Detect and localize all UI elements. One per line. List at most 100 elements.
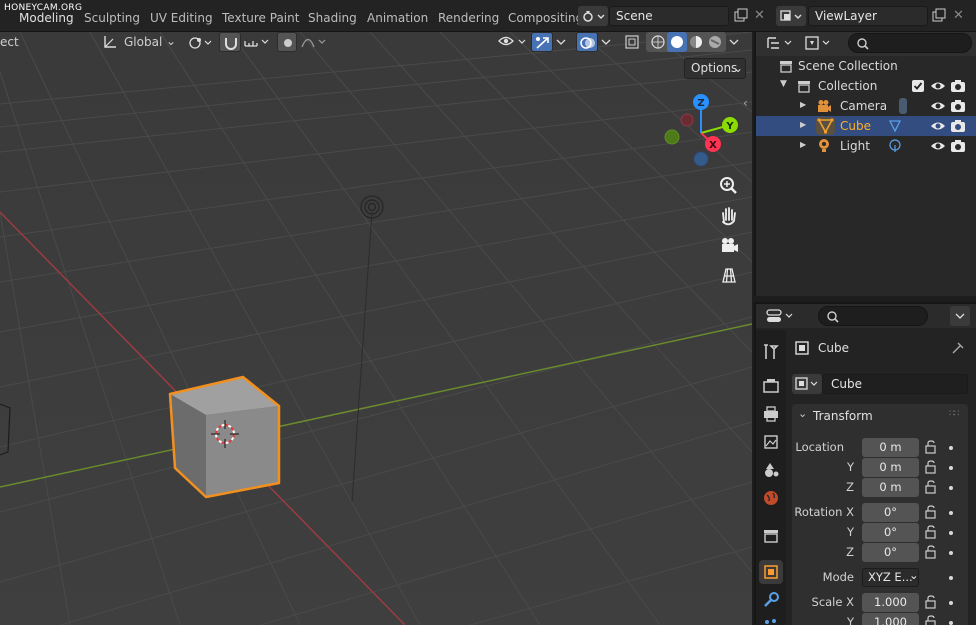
tab-rendering[interactable]: Rendering (438, 11, 499, 25)
view-layer-selector-button[interactable] (776, 6, 806, 26)
tab-uv-editing[interactable]: UV Editing (150, 11, 213, 25)
keyframe-dot[interactable] (949, 446, 953, 450)
xray-toggle-button[interactable] (622, 32, 642, 52)
location-x-field[interactable]: 0 m (862, 438, 919, 457)
render-camera-icon[interactable] (950, 138, 966, 154)
object-mode-label[interactable]: ect (0, 35, 19, 49)
tab-shading[interactable]: Shading (308, 11, 357, 25)
location-z-field[interactable]: 0 m (862, 478, 919, 497)
outliner-row-collection[interactable]: ▼ Collection (756, 76, 976, 96)
particles-tab[interactable] (759, 614, 783, 625)
snap-toggle-button[interactable] (219, 32, 241, 52)
eye-icon[interactable] (930, 98, 946, 114)
lock-icon[interactable] (925, 545, 939, 559)
editor-type-dropdown[interactable] (764, 306, 796, 326)
solid-shading-button[interactable] (667, 32, 687, 52)
keyframe-dot[interactable] (949, 576, 953, 580)
lock-icon[interactable] (925, 480, 939, 494)
lock-icon[interactable] (925, 440, 939, 454)
camera-view-icon[interactable] (715, 232, 743, 260)
lock-icon[interactable] (925, 595, 939, 609)
keyframe-dot[interactable] (949, 621, 953, 625)
gizmo-dropdown[interactable] (554, 32, 570, 52)
tab-compositing[interactable]: Compositing (508, 11, 583, 25)
eye-icon[interactable] (930, 118, 946, 134)
shading-dropdown[interactable] (727, 32, 743, 52)
properties-search-input[interactable] (818, 306, 928, 326)
keyframe-dot[interactable] (949, 551, 953, 555)
display-mode-dropdown[interactable] (764, 33, 796, 53)
drag-handle-icon[interactable]: ∷∷ (949, 409, 960, 419)
rotation-y-field[interactable]: 0° (862, 523, 919, 542)
scene-selector-button[interactable] (578, 6, 608, 26)
remove-view-layer-icon[interactable]: ✕ (953, 9, 967, 23)
pivot-point-button[interactable] (186, 33, 214, 53)
snap-target-dropdown[interactable] (242, 32, 272, 52)
outliner-row-cube[interactable]: ▶ Cube (756, 116, 976, 136)
filter-dropdown[interactable] (802, 33, 834, 53)
outliner-row-camera[interactable]: ▶ Camera (756, 96, 976, 116)
keyframe-dot[interactable] (949, 511, 953, 515)
object-visibility-dropdown[interactable] (496, 32, 530, 52)
collection-tab[interactable] (759, 524, 783, 548)
expand-arrow-icon[interactable]: ▶ (800, 140, 806, 149)
render-tab[interactable] (759, 374, 783, 398)
new-view-layer-icon[interactable] (931, 8, 947, 24)
outliner-search-input[interactable] (848, 33, 972, 53)
lock-icon[interactable] (925, 615, 939, 625)
expand-arrow-icon[interactable]: ▶ (800, 100, 806, 109)
object-name-field[interactable]: Cube (822, 374, 968, 394)
perspective-grid-icon[interactable] (715, 262, 743, 290)
world-tab[interactable] (759, 486, 783, 510)
rendered-shading-icon[interactable] (705, 32, 725, 52)
checkbox-icon[interactable] (911, 79, 925, 93)
keyframe-dot[interactable] (949, 486, 953, 490)
tab-modeling[interactable]: Modeling (19, 11, 74, 25)
rotation-z-field[interactable]: 0° (862, 543, 919, 562)
properties-options-dropdown[interactable] (950, 306, 970, 326)
object-browse-dropdown[interactable] (792, 374, 822, 394)
tool-tab[interactable] (759, 340, 783, 364)
proportional-editing-button[interactable] (277, 32, 297, 52)
3d-viewport[interactable]: Z Y X ect Global ⌄ Options ⌄ ‹ (0, 32, 752, 625)
show-overlays-button[interactable] (576, 32, 598, 52)
view-layer-name-field[interactable]: ViewLayer (808, 6, 928, 26)
transform-panel-header[interactable]: ⌄ Transform ∷∷ (792, 404, 968, 428)
options-dropdown[interactable]: Options ⌄ (684, 58, 746, 79)
tab-animation[interactable]: Animation (367, 11, 428, 25)
overlays-dropdown[interactable] (599, 32, 615, 52)
eye-icon[interactable] (930, 78, 946, 94)
falloff-dropdown[interactable] (299, 32, 329, 52)
lock-icon[interactable] (925, 460, 939, 474)
output-tab[interactable] (759, 402, 783, 426)
tab-sculpting[interactable]: Sculpting (84, 11, 140, 25)
transform-orientation-dropdown[interactable]: Global ⌄ (100, 32, 178, 52)
render-camera-icon[interactable] (950, 118, 966, 134)
expand-arrow-icon[interactable]: ▼ (780, 79, 787, 89)
rotation-mode-dropdown[interactable]: XYZ E... ⌄ (862, 568, 919, 587)
keyframe-dot[interactable] (949, 531, 953, 535)
expand-arrow-icon[interactable]: ▶ (800, 120, 806, 129)
modifier-tab[interactable] (759, 588, 783, 612)
eye-icon[interactable] (930, 138, 946, 154)
zoom-icon[interactable] (715, 172, 743, 200)
scale-y-field[interactable]: 1.000 (862, 613, 919, 625)
keyframe-dot[interactable] (949, 466, 953, 470)
scene-name-field[interactable]: Scene (609, 6, 729, 26)
wireframe-shading-icon[interactable] (648, 32, 668, 52)
sidebar-toggle-icon[interactable]: ‹ (743, 96, 748, 110)
lock-icon[interactable] (925, 505, 939, 519)
rotation-x-field[interactable]: 0° (862, 503, 919, 522)
tab-texture-paint[interactable]: Texture Paint (222, 11, 299, 25)
location-y-field[interactable]: 0 m (862, 458, 919, 477)
new-scene-icon[interactable] (733, 8, 749, 24)
material-shading-icon[interactable] (686, 32, 706, 52)
scale-x-field[interactable]: 1.000 (862, 593, 919, 612)
pan-hand-icon[interactable] (715, 202, 743, 230)
outliner-row-scene-collection[interactable]: Scene Collection (756, 56, 976, 76)
pin-icon[interactable] (950, 340, 966, 356)
keyframe-dot[interactable] (949, 601, 953, 605)
outliner-row-light[interactable]: ▶ Light (756, 136, 976, 156)
show-gizmo-button[interactable] (531, 32, 553, 52)
remove-scene-icon[interactable]: ✕ (754, 9, 768, 23)
